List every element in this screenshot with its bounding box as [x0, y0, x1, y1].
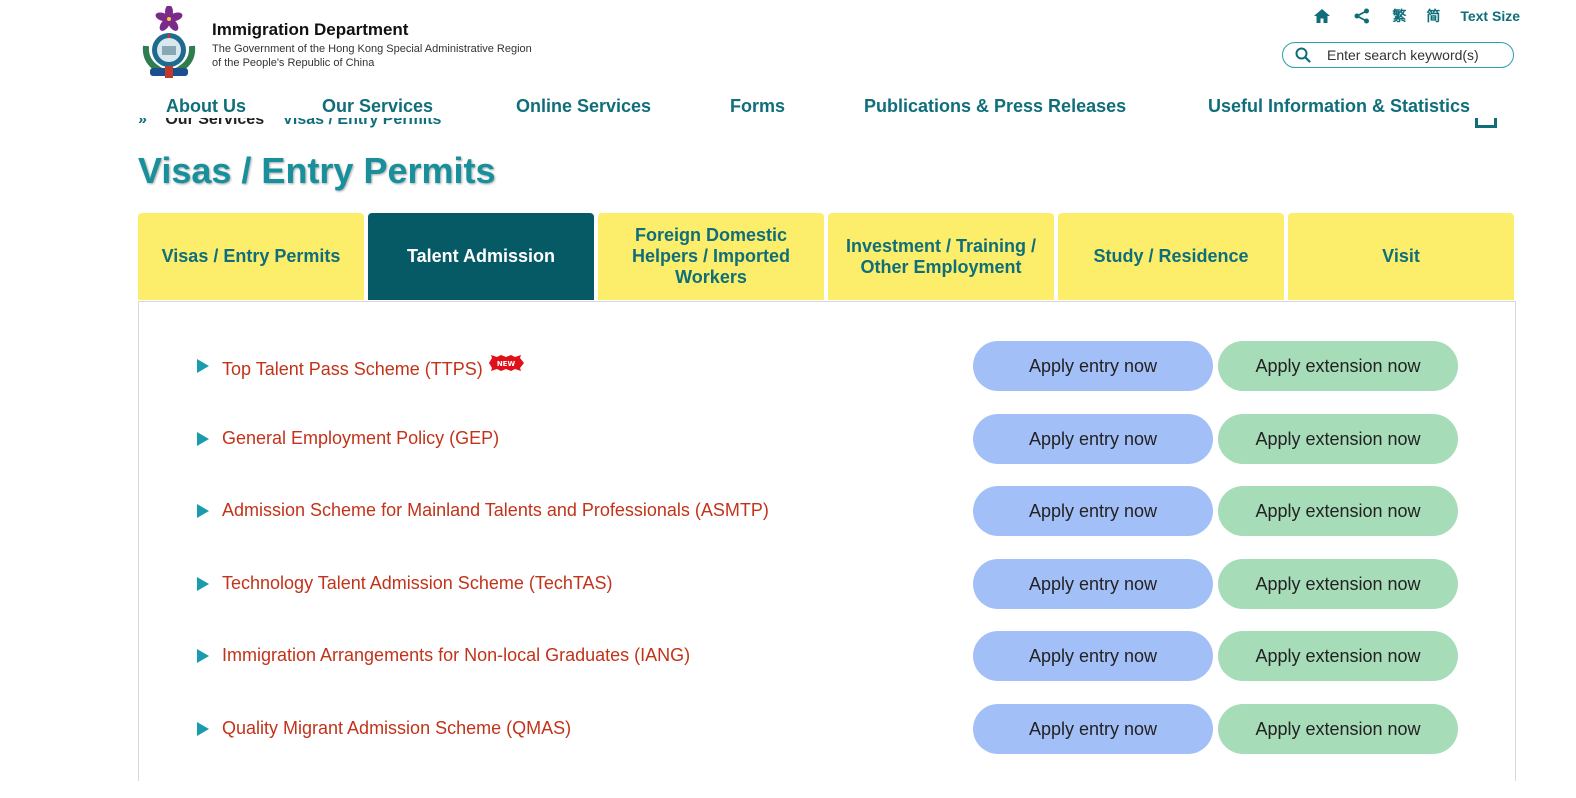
new-badge-text: NEW [497, 360, 516, 368]
tab-visas-entry-permits[interactable]: Visas / Entry Permits [138, 213, 364, 300]
nav-about-us[interactable]: About Us [166, 96, 246, 117]
scheme-link-iang[interactable]: Immigration Arrangements for Non-local G… [222, 645, 690, 666]
triangle-bullet-icon [197, 649, 209, 663]
apply-entry-button-ttps[interactable]: Apply entry now [973, 341, 1213, 391]
apply-extension-button-gep[interactable]: Apply extension now [1218, 414, 1458, 464]
scheme-link-asmtp[interactable]: Admission Scheme for Mainland Talents an… [222, 500, 769, 521]
scheme-row: General Employment Policy (GEP) Apply en… [139, 414, 1517, 464]
tab-investment-training-employment[interactable]: Investment / Training / Other Employment [828, 213, 1054, 300]
subtitle-line-1: The Government of the Hong Kong Special … [212, 43, 532, 55]
scheme-link-qmas[interactable]: Quality Migrant Admission Scheme (QMAS) [222, 718, 571, 739]
utility-bar: 繁 简 Text Size [1312, 6, 1520, 26]
scheme-name: Top Talent Pass Scheme (TTPS) [222, 359, 483, 379]
scheme-link-techtas[interactable]: Technology Talent Admission Scheme (Tech… [222, 573, 613, 594]
breadcrumb-home[interactable]: » [138, 118, 147, 128]
apply-entry-button-asmtp[interactable]: Apply entry now [973, 486, 1213, 536]
talent-admission-panel: Top Talent Pass Scheme (TTPS) NEW Apply e… [138, 301, 1516, 781]
new-badge-icon: NEW [487, 355, 525, 376]
apply-extension-button-ttps[interactable]: Apply extension now [1218, 341, 1458, 391]
scheme-link-gep[interactable]: General Employment Policy (GEP) [222, 428, 499, 449]
apply-entry-button-gep[interactable]: Apply entry now [973, 414, 1213, 464]
apply-extension-button-techtas[interactable]: Apply extension now [1218, 559, 1458, 609]
apply-entry-button-techtas[interactable]: Apply entry now [973, 559, 1213, 609]
triangle-bullet-icon [197, 359, 209, 373]
search-box[interactable] [1282, 42, 1514, 68]
scheme-row: Technology Talent Admission Scheme (Tech… [139, 559, 1517, 609]
triangle-bullet-icon [197, 577, 209, 591]
page-title: Visas / Entry Permits [138, 150, 496, 191]
department-name: Immigration Department [212, 20, 409, 39]
breadcrumb-current: Visas / Entry Permits [282, 118, 442, 128]
category-tabs: Visas / Entry Permits Talent Admission F… [138, 213, 1514, 300]
nav-useful-information-statistics[interactable]: Useful Information & Statistics [1208, 96, 1470, 117]
search-icon[interactable] [1295, 47, 1311, 63]
home-icon[interactable] [1312, 6, 1332, 26]
triangle-bullet-icon [197, 432, 209, 446]
tab-study-residence[interactable]: Study / Residence [1058, 213, 1284, 300]
apply-extension-button-iang[interactable]: Apply extension now [1218, 631, 1458, 681]
breadcrumb: » Our Services Visas / Entry Permits [138, 118, 518, 130]
text-size-control[interactable]: Text Size [1460, 8, 1520, 24]
apply-extension-button-asmtp[interactable]: Apply extension now [1218, 486, 1458, 536]
breadcrumb-our-services[interactable]: Our Services [165, 118, 264, 128]
nav-forms[interactable]: Forms [730, 96, 785, 117]
tab-foreign-domestic-helpers[interactable]: Foreign Domestic Helpers / Imported Work… [598, 213, 824, 300]
scheme-row: Immigration Arrangements for Non-local G… [139, 631, 1517, 681]
scheme-row: Admission Scheme for Mainland Talents an… [139, 486, 1517, 536]
government-subtitle: The Government of the Hong Kong Special … [212, 42, 592, 70]
share-icon[interactable] [1352, 6, 1372, 26]
nav-online-services[interactable]: Online Services [516, 96, 651, 117]
subtitle-line-2: of the People's Republic of China [212, 57, 375, 69]
scheme-row: Top Talent Pass Scheme (TTPS) NEW Apply e… [139, 341, 1517, 391]
scheme-row: Quality Migrant Admission Scheme (QMAS) … [139, 704, 1517, 754]
hksar-emblem-icon[interactable] [138, 5, 200, 80]
apply-extension-button-qmas[interactable]: Apply extension now [1218, 704, 1458, 754]
triangle-bullet-icon [197, 722, 209, 736]
search-input[interactable] [1325, 46, 1509, 64]
scheme-link-ttps[interactable]: Top Talent Pass Scheme (TTPS) NEW [222, 355, 525, 380]
apply-entry-button-iang[interactable]: Apply entry now [973, 631, 1213, 681]
apply-entry-button-qmas[interactable]: Apply entry now [973, 704, 1213, 754]
language-traditional-link[interactable]: 繁 [1392, 6, 1406, 26]
nav-our-services[interactable]: Our Services [322, 96, 433, 117]
tab-visit[interactable]: Visit [1288, 213, 1514, 300]
print-icon[interactable] [1475, 118, 1501, 132]
site-header: Immigration Department The Government of… [0, 0, 1576, 92]
language-simplified-link[interactable]: 简 [1426, 6, 1440, 26]
nav-publications-press-releases[interactable]: Publications & Press Releases [864, 96, 1126, 117]
tab-talent-admission[interactable]: Talent Admission [368, 213, 594, 300]
triangle-bullet-icon [197, 504, 209, 518]
